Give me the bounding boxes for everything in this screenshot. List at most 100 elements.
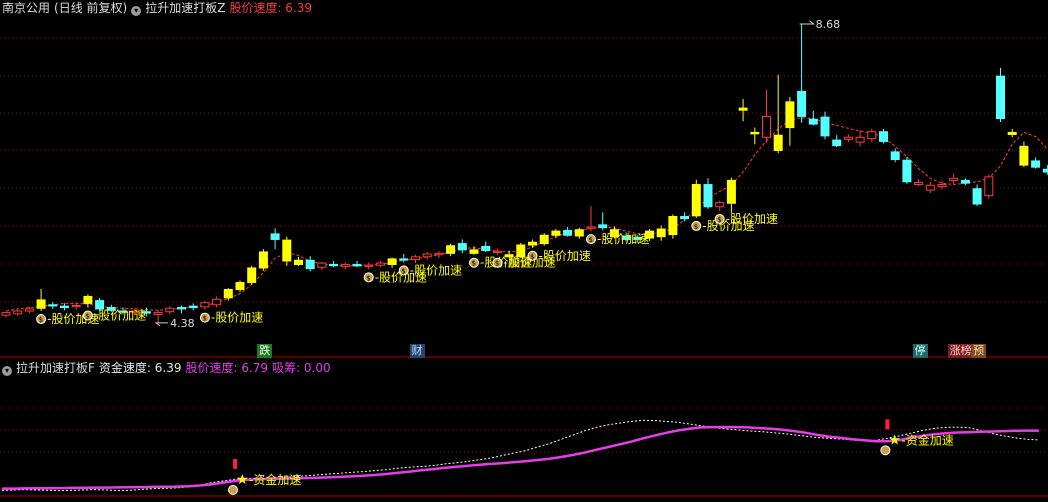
candle-body: [996, 75, 1005, 120]
candle-body: [785, 101, 795, 129]
candle-body: [282, 239, 292, 262]
indicator-name[interactable]: 拉升加速打板Z: [145, 1, 225, 15]
candle-body: [738, 107, 748, 111]
candle-body: [469, 249, 479, 254]
money-bag-glyph: $: [589, 236, 593, 244]
candle-body: [1007, 131, 1017, 136]
fund-speed-line: [2, 425, 1039, 490]
money-bag-glyph: $: [472, 260, 476, 268]
sub-indicator-name[interactable]: 拉升加速打板F: [16, 361, 95, 375]
candle-body: [668, 216, 678, 236]
candle-body: [691, 184, 701, 217]
candle-body: [879, 131, 888, 142]
candle-body: [820, 116, 830, 137]
money-bag-glyph: $: [717, 216, 721, 224]
tag-die[interactable]: 跌: [257, 344, 273, 358]
candle-body: [270, 233, 280, 240]
candle-body: [726, 179, 736, 204]
tag-zhangbang[interactable]: 涨榜: [947, 344, 974, 358]
candle-body: [762, 115, 771, 138]
absorb-readout: 吸筹: 0.00: [272, 361, 331, 375]
bottom-header: ▾ 拉升加速打板F 资金速度: 6.39 股价速度: 6.79 吸筹: 0.00: [2, 360, 335, 376]
chart-stage: 8.68 4.38 $ -股价加速 $ -股价加速 $ -股价加速 $ -股价加速 $ -股价加速 $ -…: [0, 0, 1048, 498]
candle-body: [481, 245, 491, 252]
chart-svg: 8.684.38$ -股价加速$ -股价加速 $ -股价加速$ -股价加速$ -股价加速 $ -…: [0, 18, 1048, 497]
fund-signal-bar: [233, 458, 237, 469]
candle-body: [890, 151, 900, 161]
candle-body: [563, 229, 573, 236]
price-accel-label: -股价加速: [410, 263, 462, 277]
price-accel-label: -股价加速: [94, 309, 146, 323]
money-bag-glyph: $: [401, 267, 405, 275]
trend-trail-line: [5, 117, 1048, 312]
indicator-panel: ★ -资金加速★ -资金加速: [1, 419, 1039, 495]
candle-body: [715, 202, 725, 208]
fund-accel-label: -资金加速: [901, 432, 953, 447]
candle-body: [317, 262, 327, 268]
price-accel-label: -股价加速: [597, 232, 649, 246]
money-bag-glyph: $: [202, 315, 206, 323]
candle-body: [340, 263, 350, 268]
money-bag-icon: [880, 445, 891, 456]
top-header: 南京公用 (日线 前复权) ▾ 拉升加速打板Z 股价速度: 6.39: [2, 0, 316, 16]
candle-body: [914, 181, 924, 186]
tag-yu[interactable]: 预: [971, 344, 987, 358]
dropdown-icon[interactable]: ▾: [131, 6, 142, 16]
candle-body: [60, 305, 69, 309]
candle-body: [177, 307, 186, 310]
candle-body: [972, 188, 982, 205]
candle-body: [1042, 168, 1048, 173]
candle-body: [223, 288, 233, 299]
candle-body: [457, 243, 467, 251]
candle-body: [247, 267, 257, 284]
money-bag-glyph: $: [39, 316, 43, 324]
money-bag-glyph: $: [694, 223, 698, 231]
candle-body: [808, 118, 818, 125]
money-bag-glyph: $: [495, 260, 499, 268]
candle-body: [949, 177, 959, 181]
candle-body: [1019, 145, 1029, 166]
candle-body: [539, 234, 549, 245]
candle-body: [188, 305, 198, 309]
candle-body: [960, 179, 970, 184]
candle-body: [773, 134, 783, 151]
dropdown-icon[interactable]: ▾: [2, 366, 12, 376]
tag-ting[interactable]: 停: [912, 344, 928, 358]
candle-body: [294, 259, 303, 265]
candle-body: [855, 136, 865, 143]
candle-body: [832, 139, 842, 147]
candle-body: [258, 251, 268, 269]
stock-name: 南京公用: [2, 1, 51, 15]
candle-body: [399, 258, 409, 261]
candle-body: [703, 184, 713, 208]
candle-body: [937, 184, 947, 188]
star-icon: ★: [236, 472, 249, 488]
price-speed-readout: 股价速度: 6.39: [229, 1, 313, 15]
high-price-label: 8.68: [816, 18, 841, 31]
price-speed-line: [1, 419, 1039, 492]
candle-body: [375, 262, 385, 266]
period-label: (日线 前复权): [54, 1, 128, 15]
candle-body: [797, 90, 807, 117]
candle-body: [843, 136, 853, 140]
candle-body: [656, 228, 666, 238]
candle-body: [364, 264, 374, 267]
price-accel-label: -股价加速: [726, 212, 778, 226]
candle-body: [680, 216, 690, 220]
tag-cai[interactable]: 财: [409, 344, 425, 358]
fund-speed-readout: 资金速度: 6.39: [98, 361, 182, 375]
money-bag-glyph: $: [85, 313, 89, 321]
candle-body: [446, 245, 456, 254]
candle-body: [165, 307, 175, 313]
candle-body: [71, 304, 81, 308]
candle-body: [528, 241, 537, 246]
candle-body: [83, 295, 93, 304]
candle-body: [492, 250, 502, 253]
candle-body: [422, 253, 432, 258]
candle-body: [434, 252, 444, 256]
candle-body: [387, 258, 397, 265]
candle-body: [212, 298, 222, 306]
candle-body: [235, 282, 245, 290]
candle-body: [574, 229, 584, 237]
low-arrow: [154, 322, 169, 327]
